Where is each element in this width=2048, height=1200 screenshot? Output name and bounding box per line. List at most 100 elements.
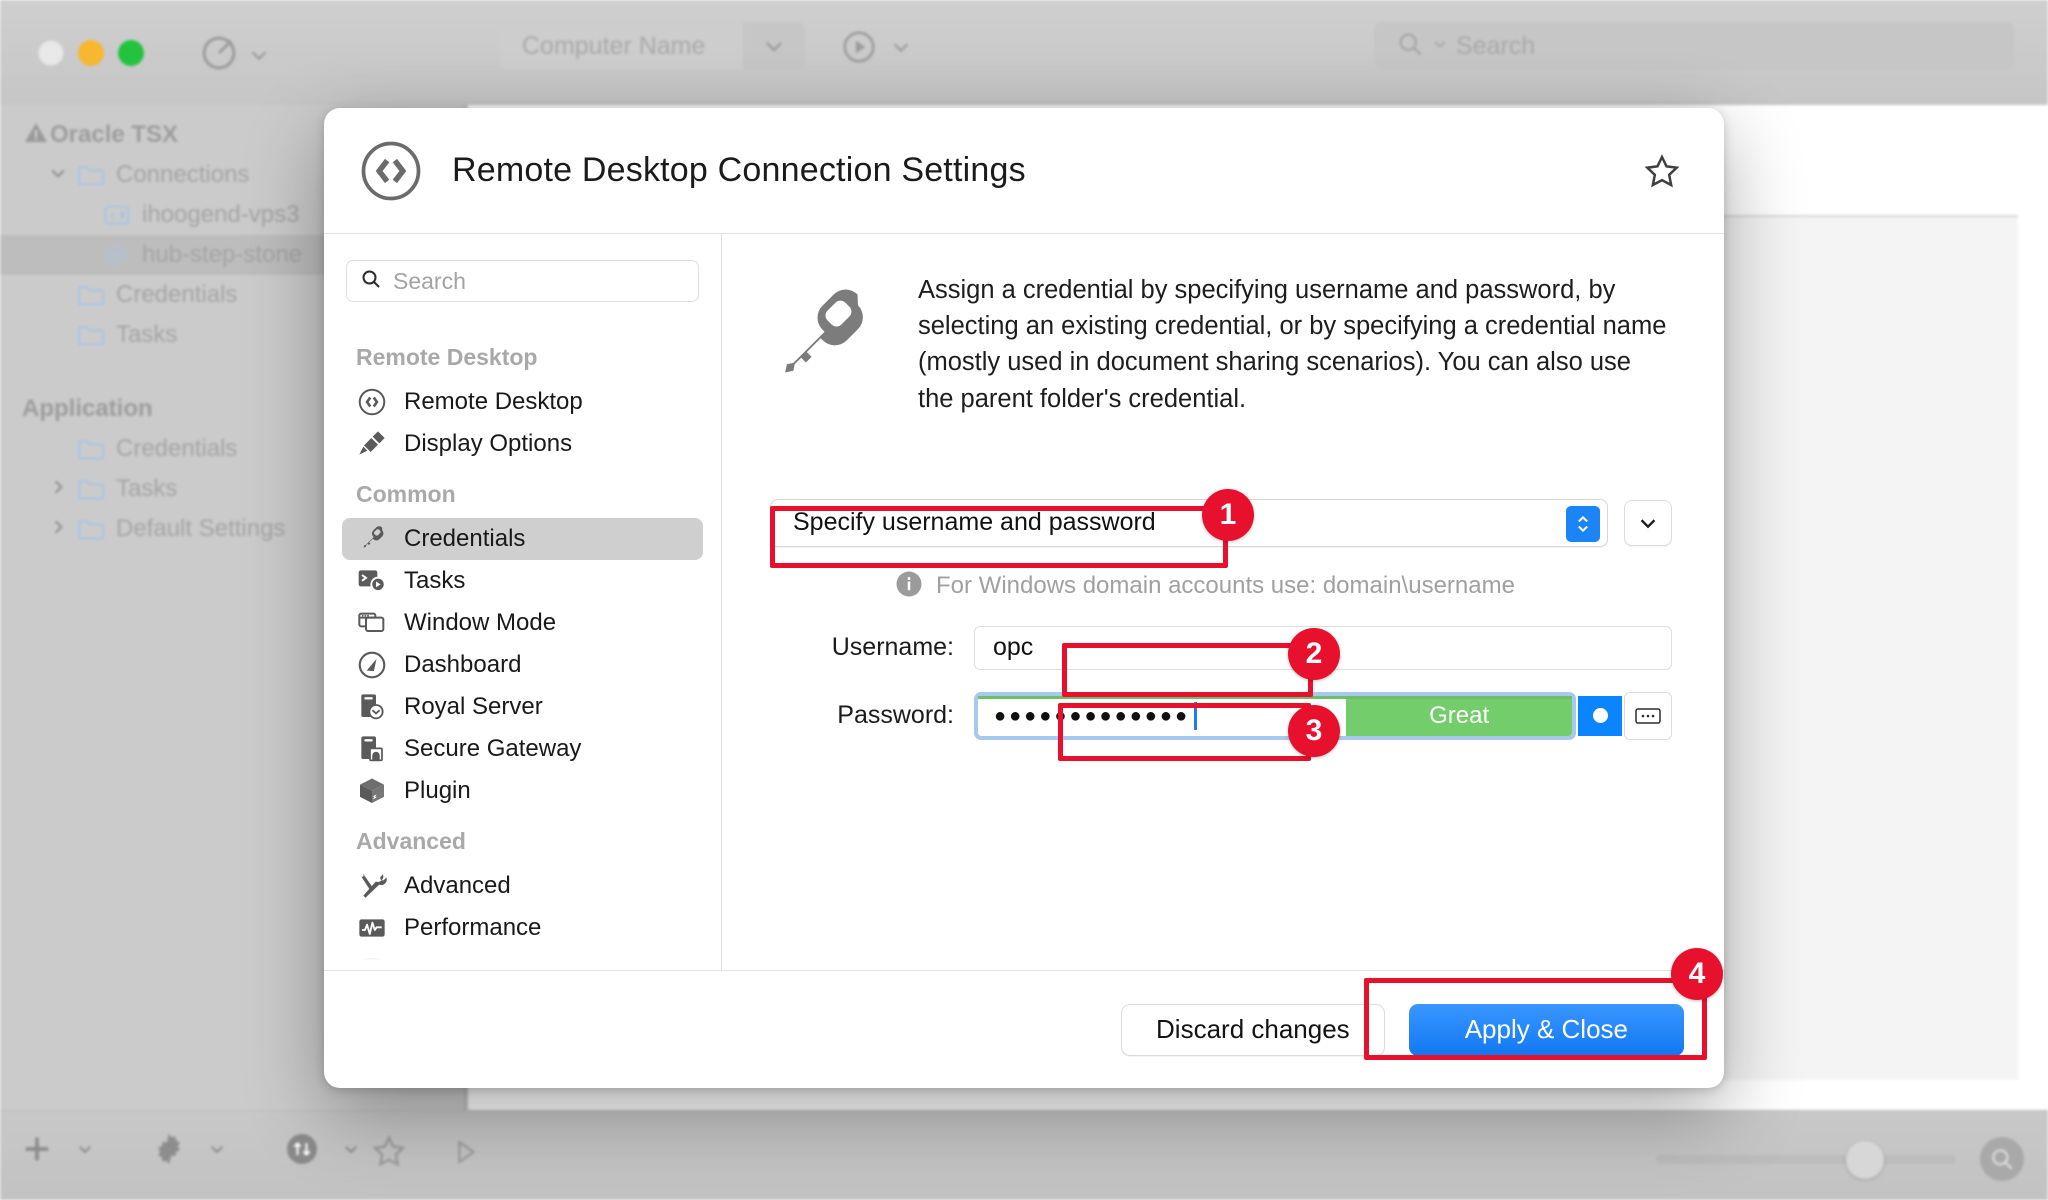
tree-item-label: Credentials — [116, 281, 238, 308]
dialog-title: Remote Desktop Connection Settings — [452, 151, 1026, 189]
folder-icon — [76, 283, 106, 307]
refresh-icon[interactable] — [198, 32, 240, 74]
nav-item-label: Window Mode — [404, 609, 557, 636]
credential-mode-dropdown[interactable]: Specify username and password — [770, 498, 1608, 547]
nav-item-label: Dashboard — [404, 651, 522, 678]
apply-close-button[interactable]: Apply & Close — [1408, 1003, 1684, 1056]
generate-password-icon[interactable] — [1578, 695, 1622, 736]
computer-name-placeholder: Computer Name — [522, 31, 706, 60]
reveal-password-icon[interactable] — [1624, 691, 1672, 740]
credential-more-button[interactable] — [1624, 499, 1672, 546]
nav-item-remote-desktop[interactable]: Remote Desktop — [342, 381, 703, 423]
search-icon — [1396, 30, 1424, 63]
nav-item-label: Display Options — [404, 430, 573, 457]
password-input[interactable]: Great ●●●●●●●●●●●●● — [978, 695, 1572, 736]
dialog-footer: Discard changes Apply & Close — [324, 970, 1724, 1088]
credentials-panel: Assign a credential by specifying userna… — [722, 234, 1724, 970]
info-icon — [894, 569, 924, 604]
server-icon — [356, 691, 388, 723]
nav-item-label: Tasks — [404, 567, 466, 594]
annotation-badge-4: 4 — [1671, 948, 1723, 1000]
nav-item-secure-gateway[interactable]: Secure Gateway — [342, 728, 703, 770]
nav-group-title-advanced: Advanced — [356, 828, 466, 854]
background-search-placeholder: Search — [1456, 31, 1536, 60]
nav-item-tasks[interactable]: Tasks — [342, 560, 703, 602]
zoom-in-icon[interactable] — [1980, 1137, 2024, 1181]
nav-item-display-options[interactable]: Display Options — [342, 423, 703, 465]
nav-item-dashboard[interactable]: Dashboard — [342, 644, 703, 686]
nav-group-title-common: Common — [356, 481, 456, 507]
nav-item-royal-server[interactable]: Royal Server — [342, 686, 703, 728]
folder-icon — [76, 477, 106, 501]
key-icon — [770, 278, 874, 382]
sync-icon[interactable] — [284, 1131, 320, 1172]
window-close-button[interactable] — [38, 40, 64, 66]
username-label: Username: — [831, 633, 954, 662]
window-icon — [356, 607, 388, 639]
background-bottom-toolbar — [0, 1110, 2048, 1200]
secure-gateway-icon — [356, 733, 388, 765]
nav-scroll-fade — [324, 936, 720, 970]
nav-item-plugin[interactable]: Plugin — [342, 770, 703, 812]
tools-icon — [356, 870, 388, 902]
computer-name-combobox[interactable]: Computer Name — [500, 22, 805, 70]
stepper-updown-icon[interactable] — [1566, 505, 1600, 542]
nav-item-advanced[interactable]: Advanced — [342, 865, 703, 907]
window-zoom-button[interactable] — [118, 40, 144, 66]
tree-item-label: Credentials — [116, 435, 238, 462]
dialog-body: Search Remote Desktop Remote Desktop Displ… — [324, 233, 1724, 970]
disclosure-right-icon[interactable] — [48, 517, 66, 542]
warning-icon — [22, 121, 47, 150]
rdp-icon — [358, 138, 424, 204]
chevron-down-icon[interactable] — [890, 36, 912, 63]
star-icon[interactable] — [1642, 152, 1682, 192]
connect-button-group[interactable] — [840, 28, 912, 71]
plugin-icon — [356, 775, 388, 807]
zoom-slider-knob[interactable] — [1846, 1140, 1884, 1179]
tree-item-label: Tasks — [116, 475, 178, 502]
disclosure-down-icon[interactable] — [48, 163, 66, 188]
play-icon[interactable] — [840, 28, 878, 71]
annotation-badge-1: 1 — [1202, 489, 1254, 541]
password-strength-topline — [978, 695, 1572, 699]
tree-item-label: Connections — [116, 161, 250, 188]
nav-item-credentials[interactable]: Credentials — [342, 518, 703, 560]
search-scope-chevron-icon[interactable] — [1432, 36, 1448, 57]
window-minimize-button[interactable] — [78, 40, 104, 66]
nav-search-field[interactable]: Search — [346, 260, 699, 302]
gear-icon[interactable] — [152, 1132, 186, 1171]
nav-item-label: Remote Desktop — [404, 388, 583, 415]
remote-desktop-connection-settings-dialog: Remote Desktop Connection Settings Searc… — [324, 108, 1724, 1088]
sync-chevron-down-icon[interactable] — [342, 1140, 360, 1163]
folder-icon — [76, 437, 106, 461]
nav-search-placeholder: Search — [393, 267, 466, 294]
password-strength-label: Great — [1429, 701, 1490, 729]
rdp-icon — [356, 386, 388, 418]
password-text-caret — [1194, 701, 1198, 730]
nav-item-label: Advanced — [404, 872, 511, 899]
dashboard-icon — [356, 649, 388, 681]
star-icon[interactable] — [370, 1133, 408, 1176]
rdp-icon — [102, 243, 132, 267]
nav-item-label: Credentials — [404, 525, 526, 552]
brush-icon — [356, 428, 388, 460]
zoom-slider[interactable] — [1656, 1140, 1956, 1179]
gear-chevron-down-icon[interactable] — [208, 1140, 226, 1163]
dialog-header: Remote Desktop Connection Settings — [324, 108, 1724, 233]
tree-section-label: Application — [22, 395, 153, 422]
tasks-icon — [356, 565, 388, 597]
play-icon[interactable] — [448, 1135, 482, 1174]
credentials-intro: Assign a credential by specifying userna… — [770, 272, 1672, 417]
discard-changes-button[interactable]: Discard changes — [1121, 1003, 1385, 1056]
refresh-chevron-down-icon[interactable] — [248, 44, 270, 71]
plus-icon[interactable] — [20, 1132, 54, 1171]
credentials-description: Assign a credential by specifying userna… — [918, 276, 1667, 413]
chevron-down-icon[interactable] — [743, 22, 805, 70]
background-search-field[interactable]: Search — [1374, 22, 2014, 70]
disclosure-right-icon[interactable] — [48, 477, 66, 502]
folder-icon — [76, 163, 106, 187]
folder-icon — [76, 323, 106, 347]
nav-item-window-mode[interactable]: Window Mode — [342, 602, 703, 644]
search-icon — [359, 267, 383, 296]
plus-chevron-down-icon[interactable] — [76, 1140, 94, 1163]
